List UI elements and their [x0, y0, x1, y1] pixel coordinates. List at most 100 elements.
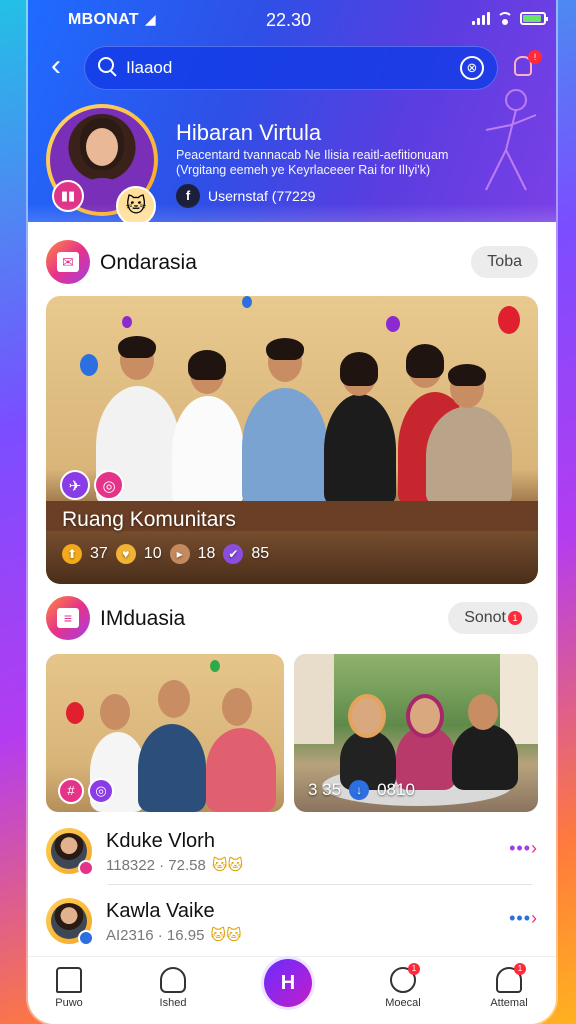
- balloon-icon: [66, 702, 84, 724]
- person-figure: [452, 724, 518, 790]
- stats-badge-icon: ▮▮: [52, 180, 84, 212]
- section-header-1: ✉ Ondarasia Toba: [46, 240, 538, 286]
- carrier-glyph-icon: ◢: [144, 11, 156, 27]
- balloon-icon: [122, 316, 132, 328]
- more-options-icon[interactable]: •••›: [509, 838, 538, 859]
- community-hero-card[interactable]: ✈ ◎ Ruang Komunitars ⬆ 37 ♥ 10 ▸ 18 ✔ 85: [46, 296, 538, 584]
- balloon-icon: [210, 660, 220, 672]
- person-figure: [242, 388, 328, 506]
- hero-stats: ⬆ 37 ♥ 10 ▸ 18 ✔ 85: [62, 544, 269, 564]
- search-bar[interactable]: Ilaaod ⊗: [84, 46, 498, 90]
- profile-username-row[interactable]: f Usernstaf (77229: [176, 184, 315, 208]
- carrier-name: MBONAT ◢: [68, 11, 156, 29]
- list-item-meta-text: 118322 · 72.58: [106, 857, 206, 874]
- person-figure: [324, 394, 396, 506]
- home-icon: [56, 967, 82, 993]
- battery-icon: [520, 11, 548, 25]
- center-action-button[interactable]: H: [264, 959, 312, 1007]
- media-card-2[interactable]: 3 35 ↓ 0810: [294, 654, 538, 812]
- list-item-name: Kduke Vlorh: [106, 830, 215, 852]
- check-icon: ✔: [223, 544, 244, 564]
- rocket-icon: ✈: [60, 470, 90, 500]
- search-icon: [98, 57, 116, 75]
- tab-social[interactable]: 1 Moecal: [368, 963, 438, 1009]
- back-button[interactable]: ‹: [42, 51, 70, 82]
- card-2-views: 0810: [377, 780, 415, 799]
- cat-emoji-icon: 🐱🐱: [211, 857, 244, 874]
- profile-avatar[interactable]: ▮▮ 🐱: [46, 104, 158, 222]
- tab-profile-label: Attemal: [490, 997, 528, 1009]
- list-item-meta-text: AI2316 · 16.95: [106, 927, 205, 944]
- profile-subtitle-1: Peacentard tvannacab Ne Ilisia reaitl-ae…: [176, 148, 449, 162]
- dancer-illustration-icon: [485, 89, 537, 191]
- document-icon: ≡: [46, 596, 90, 640]
- person-head: [352, 698, 382, 734]
- person-hair: [406, 344, 444, 378]
- avatar: [46, 898, 94, 946]
- card-2-stats: 3 35 ↓ 0810: [308, 780, 415, 800]
- building-wall: [294, 654, 334, 744]
- list-item[interactable]: Kduke Vlorh 118322 · 72.58 🐱🐱 •••›: [46, 824, 538, 888]
- instagram-icon: ◎: [94, 470, 124, 500]
- person-hair: [118, 336, 156, 358]
- profile-subtitle-2: (Vrgitang eemeh ye Keyrlaceeer Rai for I…: [176, 163, 431, 177]
- smiley-icon: 1: [390, 963, 420, 993]
- more-options-icon[interactable]: •••›: [509, 908, 538, 929]
- list-item[interactable]: Kawla Vaike AI2316 · 16.95 🐱🐱 •••›: [46, 894, 538, 958]
- person-hair: [340, 352, 378, 386]
- avatar: [46, 828, 94, 876]
- balloon-icon: [80, 354, 98, 376]
- search-input[interactable]: Ilaaod: [126, 58, 172, 78]
- heart-icon: ♥: [115, 544, 136, 564]
- notification-button[interactable]: !: [510, 50, 542, 82]
- balloon-icon: [386, 316, 400, 332]
- circle-icon: ◎: [88, 778, 114, 804]
- tab-social-label: Moecal: [385, 997, 421, 1009]
- tooth-icon: [160, 967, 186, 993]
- list-item-name: Kawla Vaike: [106, 900, 215, 922]
- hero-badges: ✈ ◎: [60, 470, 124, 500]
- person-figure: [426, 406, 512, 506]
- tab-shed[interactable]: Ished: [138, 967, 208, 1009]
- system-icons: [472, 11, 548, 25]
- stat-value: 10: [143, 545, 162, 562]
- tab-shed-label: Ished: [159, 997, 187, 1009]
- profile-username: Usernstaf (77229: [208, 188, 316, 204]
- tab-badge: 1: [514, 963, 526, 975]
- mail-icon: ✉: [46, 240, 90, 284]
- bottom-tab-bar: Puwo Ished H 1 Moecal 1 Attemal: [28, 956, 556, 1024]
- tab-badge: 1: [408, 963, 420, 975]
- section-2-title: IMduasia: [100, 607, 186, 630]
- person-head: [222, 688, 252, 726]
- hero-title: Ruang Komunitars: [62, 508, 236, 531]
- tab-home-label: Puwo: [55, 997, 83, 1009]
- tab-profile[interactable]: 1 Attemal: [474, 963, 544, 1009]
- status-bar: MBONAT ◢ 22.30: [28, 0, 556, 40]
- wifi-icon: [496, 11, 514, 25]
- balloon-icon: [498, 306, 520, 334]
- person-hair: [266, 338, 304, 360]
- profile-header: MBONAT ◢ 22.30 ‹ Ilaaod ⊗ ! ▮▮ 🐱 Hibaran…: [28, 0, 556, 222]
- section-header-2: ≡ IMduasia Sonot 1: [46, 596, 538, 642]
- person-head: [410, 698, 440, 734]
- person-head: [100, 694, 130, 730]
- stat-value: 85: [251, 545, 270, 562]
- person-head: [158, 680, 190, 718]
- stat-value: 18: [197, 545, 216, 562]
- app-screen: MBONAT ◢ 22.30 ‹ Ilaaod ⊗ ! ▮▮ 🐱 Hibaran…: [28, 0, 556, 1024]
- section-1-action-button[interactable]: Toba: [471, 246, 538, 278]
- upvote-icon: ⬆: [62, 544, 82, 564]
- person-head: [468, 694, 498, 730]
- profile-title: Hibaran Virtula: [176, 120, 322, 145]
- media-card-1[interactable]: # ◎: [46, 654, 284, 812]
- section-2-action-label: Sonot: [464, 609, 506, 626]
- notification-badge: !: [528, 50, 542, 64]
- cat-emoji-icon: 🐱: [116, 186, 156, 222]
- section-2-badge: 1: [508, 610, 522, 625]
- tab-home[interactable]: Puwo: [34, 967, 104, 1009]
- stat-value: 37: [90, 545, 108, 562]
- section-1-title: Ondarasia: [100, 251, 197, 274]
- scan-icon[interactable]: ⊗: [460, 56, 484, 80]
- hashtag-icon: #: [58, 778, 84, 804]
- section-2-action-button[interactable]: Sonot 1: [448, 602, 538, 634]
